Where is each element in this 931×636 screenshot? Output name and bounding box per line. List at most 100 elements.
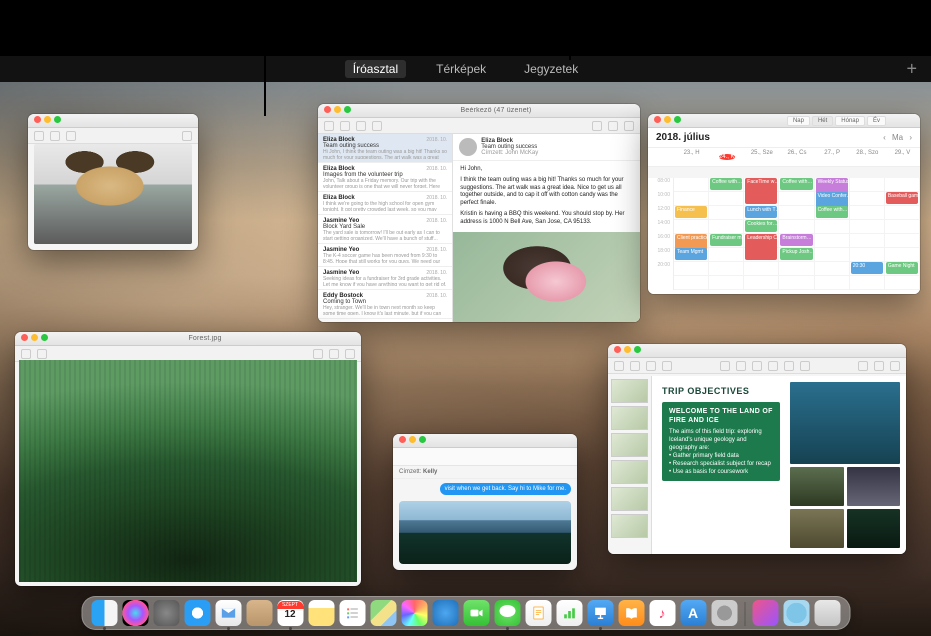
- dock-notes[interactable]: [308, 600, 334, 626]
- dock-maps[interactable]: [370, 600, 396, 626]
- animate-icon[interactable]: [874, 361, 884, 371]
- message-row[interactable]: 2018. 10.Eddy BostockComing to TownHey, …: [318, 290, 452, 319]
- dock-trash[interactable]: [814, 600, 840, 626]
- add-space-button[interactable]: +: [906, 59, 917, 80]
- dock-imessage[interactable]: [432, 600, 458, 626]
- minimize-icon[interactable]: [31, 334, 38, 341]
- seg-month[interactable]: Hónap: [835, 116, 865, 126]
- inbox-icon[interactable]: [324, 121, 334, 131]
- message-row[interactable]: 2018. 10.Jasmine YeoThe K-4 soccer game …: [318, 244, 452, 267]
- dock-appstore[interactable]: [680, 600, 706, 626]
- calendar-event[interactable]: Team Mgmt: [675, 248, 707, 260]
- mail-window[interactable]: Beérkező (47 üzenet) 2018. 10.Eliza Bloc…: [318, 104, 640, 322]
- slide-thumb[interactable]: [611, 514, 648, 538]
- dock-pages[interactable]: [525, 600, 551, 626]
- search-icon[interactable]: [345, 349, 355, 359]
- dock-calendar[interactable]: [277, 600, 303, 626]
- dock-photos[interactable]: [401, 600, 427, 626]
- tool-icon[interactable]: [37, 349, 47, 359]
- dock-numbers[interactable]: [556, 600, 582, 626]
- compose-icon[interactable]: [340, 121, 350, 131]
- tool-icon[interactable]: [50, 131, 60, 141]
- zoom-icon[interactable]: [41, 334, 48, 341]
- table-icon[interactable]: [720, 361, 730, 371]
- next-icon[interactable]: ›: [909, 133, 912, 142]
- zoom-icon[interactable]: [674, 116, 681, 123]
- minimize-icon[interactable]: [409, 436, 416, 443]
- close-icon[interactable]: [614, 346, 621, 353]
- dock-safari[interactable]: [184, 600, 210, 626]
- media-icon[interactable]: [784, 361, 794, 371]
- prev-icon[interactable]: ‹: [883, 133, 886, 142]
- preview-window-dog[interactable]: [28, 114, 198, 250]
- share-icon[interactable]: [329, 349, 339, 359]
- close-icon[interactable]: [34, 116, 41, 123]
- message-row[interactable]: 2018. 10.Eliza BlockTeam outing successH…: [318, 134, 452, 163]
- minimize-icon[interactable]: [624, 346, 631, 353]
- archive-icon[interactable]: [356, 121, 366, 131]
- format-icon[interactable]: [858, 361, 868, 371]
- dock-messages[interactable]: [494, 600, 520, 626]
- dock-keynote[interactable]: [587, 600, 613, 626]
- calendar-event[interactable]: Finance: [675, 206, 707, 218]
- calendar-event[interactable]: Coffee with…: [710, 178, 742, 190]
- calendar-event[interactable]: Coffee with…: [780, 178, 812, 190]
- today-button[interactable]: Ma: [892, 133, 903, 142]
- close-icon[interactable]: [399, 436, 406, 443]
- tool-icon[interactable]: [21, 349, 31, 359]
- calendar-event[interactable]: Lunch with T…: [745, 206, 777, 218]
- dock-books[interactable]: [618, 600, 644, 626]
- close-icon[interactable]: [21, 334, 28, 341]
- share-icon[interactable]: [182, 131, 192, 141]
- dock-handoff[interactable]: [752, 600, 778, 626]
- seg-year[interactable]: Év: [867, 116, 886, 126]
- slide-thumb[interactable]: [611, 406, 648, 430]
- calendar-event[interactable]: Brainstorm…: [780, 234, 812, 246]
- text-icon[interactable]: [752, 361, 762, 371]
- dock-siri[interactable]: [122, 600, 148, 626]
- calendar-event[interactable]: 20:30: [851, 262, 883, 274]
- dock-downloads[interactable]: [783, 600, 809, 626]
- message-row[interactable]: 2018. 10.Eliza BlockImages from the volu…: [318, 163, 452, 192]
- add-slide-icon[interactable]: [646, 361, 656, 371]
- slide-thumb[interactable]: [611, 433, 648, 457]
- comment-icon[interactable]: [800, 361, 810, 371]
- dock-facetime[interactable]: [463, 600, 489, 626]
- document-icon[interactable]: [890, 361, 900, 371]
- dock-music[interactable]: [649, 600, 675, 626]
- zoom-icon[interactable]: [630, 361, 640, 371]
- dock-reminders[interactable]: [339, 600, 365, 626]
- close-icon[interactable]: [654, 116, 661, 123]
- preview-window-forest[interactable]: Forest.jpg: [15, 332, 361, 586]
- seg-day[interactable]: Nap: [787, 116, 810, 126]
- space-notes[interactable]: Jegyzetek: [516, 60, 586, 78]
- calendar-event[interactable]: Cookies for…: [745, 220, 777, 232]
- to-field[interactable]: Címzett: Kelly: [393, 466, 577, 479]
- dock-launchpad[interactable]: [153, 600, 179, 626]
- view-icon[interactable]: [614, 361, 624, 371]
- message-row[interactable]: 2018. 10.Jasmine YeoBlock Yard SaleThe y…: [318, 215, 452, 244]
- slide-thumb[interactable]: [611, 460, 648, 484]
- zoom-icon[interactable]: [634, 346, 641, 353]
- zoom-icon[interactable]: [419, 436, 426, 443]
- zoom-icon[interactable]: [344, 106, 351, 113]
- tool-icon[interactable]: [34, 131, 44, 141]
- calendar-window[interactable]: Nap Hét Hónap Év 2018. július ‹ Ma › 23.…: [648, 114, 920, 294]
- zoom-icon[interactable]: [54, 116, 61, 123]
- close-icon[interactable]: [324, 106, 331, 113]
- markup-icon[interactable]: [313, 349, 323, 359]
- flag-icon[interactable]: [608, 121, 618, 131]
- reply-icon[interactable]: [592, 121, 602, 131]
- calendar-event[interactable]: Baseball game: [886, 192, 918, 204]
- play-icon[interactable]: [662, 361, 672, 371]
- calendar-event[interactable]: Game Night: [886, 262, 918, 274]
- minimize-icon[interactable]: [664, 116, 671, 123]
- trash-icon[interactable]: [372, 121, 382, 131]
- message-row[interactable]: 2018. 10.Jasmine YeoSeeking ideas for a …: [318, 267, 452, 290]
- space-desktop[interactable]: Íróasztal: [345, 60, 406, 78]
- slide-thumb[interactable]: [611, 379, 648, 403]
- dock-contacts[interactable]: [246, 600, 272, 626]
- space-maps[interactable]: Térképek: [428, 60, 494, 78]
- chart-icon[interactable]: [736, 361, 746, 371]
- message-row[interactable]: 2018. 10.Eliza BlockSchedule change: [318, 319, 452, 322]
